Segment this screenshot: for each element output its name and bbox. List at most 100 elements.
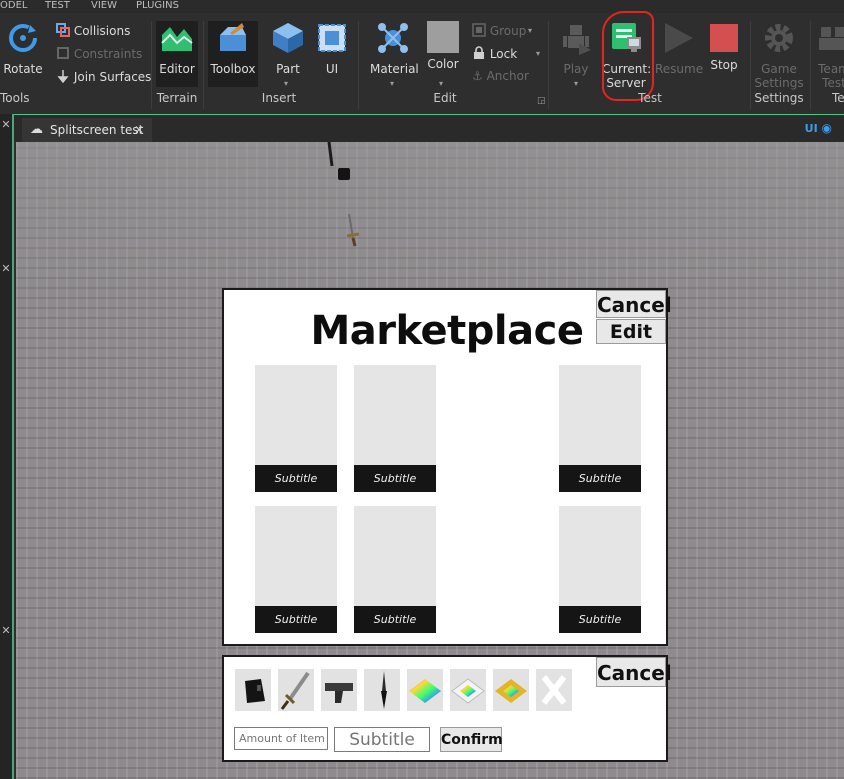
confirm-button[interactable]: Confirm [440, 727, 503, 752]
ui-insert-button[interactable]: UI [314, 21, 350, 76]
toolbox-icon [220, 23, 246, 51]
play-label: Play [563, 62, 589, 76]
collisions-label: Collisions [73, 24, 131, 38]
resume-label: Resume [655, 62, 704, 76]
close-x-icon [541, 675, 567, 705]
inventory-panel: Cancel Confirm [222, 655, 672, 762]
constraints-toggle[interactable]: Constraints [56, 46, 142, 61]
group-dropdown-icon[interactable]: ▾ [528, 26, 532, 35]
ui-toggle-label: UI [804, 122, 818, 135]
knife-icon [381, 671, 387, 709]
play-character-icon [563, 25, 591, 55]
item-card-subtitle: Subtitle [354, 606, 436, 633]
inventory-cancel-button[interactable]: Cancel [596, 657, 672, 687]
anchor-button[interactable]: ⚓ Anchor [472, 69, 529, 83]
item-card-subtitle: Subtitle [559, 606, 641, 633]
editor-label: Editor [159, 62, 195, 76]
item-card[interactable]: Subtitle [559, 506, 641, 633]
amount-input[interactable] [234, 727, 328, 750]
dropped-block-icon [338, 168, 350, 180]
play-dropdown-icon[interactable]: ▾ [574, 79, 578, 88]
terrain-icon [161, 27, 193, 51]
material-icon [378, 23, 408, 53]
menu-plugins[interactable]: PLUGINS [136, 0, 179, 11]
marketplace-panel: Marketplace Cancel Edit Subtitle Subtitl… [222, 288, 672, 646]
ui-frame-icon [318, 24, 346, 52]
panel-close-icon[interactable]: ✕ [0, 118, 12, 131]
rotate-button[interactable]: Rotate [2, 21, 44, 76]
constraints-icon [57, 47, 69, 59]
panel-close-icon-2[interactable]: ✕ [0, 262, 12, 275]
tab-close-icon[interactable]: ✕ [134, 118, 144, 142]
left-dock-strip: ✕ ✕ ✕ [0, 114, 14, 779]
stop-square-icon [710, 24, 738, 52]
join-surfaces-label: Join Surfaces [73, 70, 152, 84]
part-button[interactable]: Part [266, 21, 310, 76]
menu-view[interactable]: VIEW [91, 0, 117, 11]
ui-label: UI [325, 62, 339, 76]
lock-dropdown-icon[interactable]: ▾ [536, 49, 540, 58]
color-swatch-icon [427, 21, 459, 53]
color-button[interactable]: Color [424, 21, 462, 71]
test-group-label: Test [638, 91, 662, 105]
inventory-slot[interactable] [278, 669, 314, 711]
team-test-label-1: Team [818, 62, 844, 76]
ui-visibility-toggle[interactable]: UI ◉ [805, 121, 832, 135]
lock-button[interactable]: Lock [472, 46, 517, 61]
annotation-circle [602, 11, 654, 101]
part-dropdown-icon[interactable]: ▾ [284, 79, 288, 88]
inventory-slot[interactable] [407, 669, 443, 711]
color-dropdown-icon[interactable]: ▾ [439, 79, 443, 88]
inventory-slot[interactable] [450, 669, 486, 711]
menu-model[interactable]: ODEL [0, 0, 27, 11]
stop-button[interactable]: Stop [704, 21, 744, 72]
tab-bar: ☁ Splitscreen test ✕ UI ◉ [0, 114, 844, 142]
subtitle-input[interactable] [334, 727, 430, 752]
toolbox-button[interactable]: Toolbox [208, 21, 258, 87]
team-test-label-2: Test [822, 76, 844, 90]
tools-group-label: Tools [0, 91, 30, 105]
eye-icon: ◉ [821, 121, 832, 135]
item-card[interactable]: Subtitle [354, 506, 436, 633]
join-surfaces-toggle[interactable]: Join Surfaces [56, 69, 151, 84]
panel-close-icon-3[interactable]: ✕ [0, 624, 12, 637]
item-card[interactable]: Subtitle [354, 365, 436, 492]
game-settings-label-1: Game [761, 62, 797, 76]
edit-expand-icon[interactable]: ◲ [537, 96, 546, 106]
game-settings-button[interactable]: Game Settings [754, 21, 804, 90]
item-card[interactable]: Subtitle [559, 365, 641, 492]
terrain-group-label: Terrain [156, 91, 198, 105]
material-dropdown-icon[interactable]: ▾ [390, 79, 394, 88]
part-cube-icon [273, 23, 303, 53]
inventory-slot[interactable] [536, 669, 572, 711]
rainbow-tile-icon [409, 679, 441, 703]
item-card[interactable]: Subtitle [255, 506, 337, 633]
game-settings-label-2: Settings [754, 76, 804, 90]
ribbon-toolbar: Rotate Tools Collisions Constraints Join… [0, 11, 844, 110]
inventory-slot[interactable] [364, 669, 400, 711]
marketplace-cancel-button[interactable]: Cancel [596, 290, 672, 318]
item-card[interactable]: Subtitle [255, 365, 337, 492]
resume-button[interactable]: Resume [655, 21, 704, 76]
inventory-slot[interactable] [493, 669, 529, 711]
group-button[interactable]: Group [472, 23, 526, 38]
inventory-slot[interactable] [321, 669, 357, 711]
item-card-subtitle: Subtitle [559, 465, 641, 492]
inventory-slot[interactable] [235, 669, 271, 711]
color-label: Color [427, 57, 459, 71]
item-card-subtitle: Subtitle [255, 465, 337, 492]
group-label: Group [489, 24, 527, 38]
marketplace-edit-button[interactable]: Edit [596, 319, 666, 344]
rainbow-tile-gold-icon [495, 679, 527, 703]
team-test-button[interactable]: Team Test [816, 21, 844, 90]
rotate-icon [9, 24, 37, 52]
play-button[interactable]: Play [556, 21, 596, 76]
tab-label: Splitscreen test [50, 123, 144, 137]
menu-test[interactable]: TEST [45, 0, 70, 11]
join-surfaces-icon [57, 70, 69, 84]
tab-splitscreen-test[interactable]: ☁ Splitscreen test ✕ [22, 118, 152, 142]
terrain-editor-button[interactable]: Editor [156, 21, 198, 87]
material-button[interactable]: Material [370, 21, 419, 76]
collisions-toggle[interactable]: Collisions [56, 23, 130, 38]
cloud-icon: ☁ [30, 122, 43, 137]
